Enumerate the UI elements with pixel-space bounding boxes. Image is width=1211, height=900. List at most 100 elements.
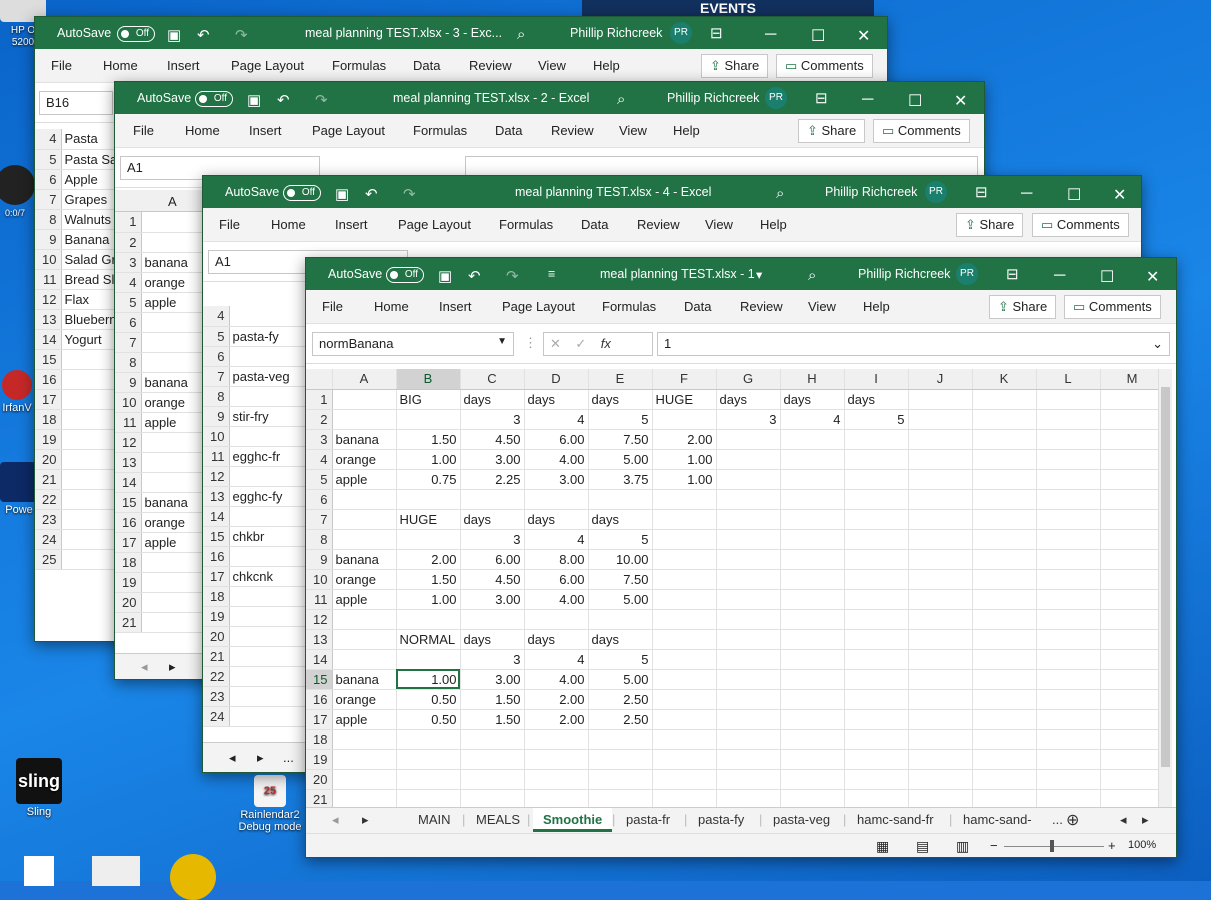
cell[interactable]	[844, 589, 909, 610]
cell[interactable]: 3.00	[460, 449, 525, 470]
row-header[interactable]: 7	[35, 189, 62, 210]
row-header[interactable]: 7	[115, 332, 142, 353]
column-header[interactable]: I	[844, 369, 909, 390]
maximize-icon[interactable]: ☐	[908, 91, 922, 111]
cell[interactable]	[972, 689, 1037, 710]
cell[interactable]: 1.00	[652, 449, 717, 470]
cell[interactable]: 1.00	[396, 589, 461, 610]
tab-review[interactable]: Review	[637, 217, 680, 232]
cell[interactable]	[908, 529, 973, 550]
cell[interactable]	[844, 629, 909, 650]
row-header[interactable]: 18	[115, 552, 142, 573]
cell[interactable]	[1036, 629, 1101, 650]
cell[interactable]: HUGE	[396, 509, 461, 530]
row-header[interactable]: 19	[115, 572, 142, 593]
next-sheet-icon[interactable]: ▸	[169, 659, 176, 675]
cell[interactable]	[141, 232, 206, 253]
cell[interactable]	[908, 709, 973, 730]
expand-formula-icon[interactable]: ⌄	[1152, 336, 1163, 352]
column-header[interactable]: B	[396, 369, 461, 390]
cell[interactable]	[332, 629, 397, 650]
zoom-slider-thumb[interactable]	[1050, 840, 1054, 852]
cell[interactable]	[1036, 609, 1101, 630]
cell[interactable]	[588, 489, 653, 510]
row-header[interactable]: 8	[203, 386, 230, 407]
cell[interactable]	[972, 709, 1037, 730]
row-header[interactable]: 22	[203, 666, 230, 687]
autosave-toggle[interactable]: Off	[117, 26, 155, 42]
cell[interactable]	[780, 549, 845, 570]
row-header[interactable]: 4	[35, 129, 62, 150]
tab-view[interactable]: View	[538, 58, 566, 73]
cell[interactable]	[972, 629, 1037, 650]
cell[interactable]: orange	[332, 689, 397, 710]
cell[interactable]: pasta-veg	[229, 366, 308, 387]
formula-input[interactable]: 1 ⌄	[657, 332, 1170, 356]
zoom-in-icon[interactable]: +	[1108, 838, 1116, 853]
tab-review[interactable]: Review	[740, 299, 783, 314]
cell[interactable]	[1100, 449, 1165, 470]
row-header[interactable]: 13	[203, 486, 230, 507]
formula-options-icon[interactable]: ⋮	[524, 335, 537, 351]
cell[interactable]: days	[780, 389, 845, 410]
cell[interactable]	[141, 452, 206, 473]
search-icon[interactable]: ⌕	[808, 267, 816, 284]
cell[interactable]	[908, 689, 973, 710]
cell[interactable]: 4	[524, 649, 589, 670]
row-header[interactable]: 13	[35, 309, 62, 330]
cell[interactable]	[972, 409, 1037, 430]
cell[interactable]	[716, 549, 781, 570]
cell[interactable]	[844, 469, 909, 490]
tab-page-layout[interactable]: Page Layout	[502, 299, 575, 314]
cell[interactable]: Bread Sl	[61, 269, 116, 290]
cell[interactable]	[844, 669, 909, 690]
share-button[interactable]: ⇪ Share	[989, 295, 1057, 319]
cell[interactable]	[460, 489, 525, 510]
rainlendar-icon[interactable]: 25 Rainlendar2 Debug mode	[230, 775, 310, 833]
tab-page-layout[interactable]: Page Layout	[398, 217, 471, 232]
cell[interactable]	[972, 449, 1037, 470]
cell[interactable]	[908, 569, 973, 590]
cell[interactable]	[1036, 589, 1101, 610]
row-header[interactable]: 12	[115, 432, 142, 453]
tab-help[interactable]: Help	[593, 58, 620, 73]
cell[interactable]	[396, 789, 461, 810]
cell[interactable]	[908, 629, 973, 650]
row-header[interactable]: 21	[306, 789, 333, 810]
cell[interactable]	[1100, 769, 1165, 790]
row-header[interactable]: 6	[306, 489, 333, 510]
row-header[interactable]: 2	[306, 409, 333, 430]
cell[interactable]	[1100, 649, 1165, 670]
cell[interactable]	[61, 389, 116, 410]
cell[interactable]: 3	[460, 649, 525, 670]
cell[interactable]: 7.50	[588, 569, 653, 590]
more-sheets[interactable]: ...	[283, 750, 294, 765]
namebox-dropdown-icon[interactable]: ▼	[497, 336, 507, 347]
cell[interactable]	[844, 709, 909, 730]
cell[interactable]	[1036, 489, 1101, 510]
cell[interactable]	[780, 789, 845, 810]
cell[interactable]	[908, 429, 973, 450]
worksheet-grid[interactable]: 4 5 pasta-fy 6 7 pasta-veg 8 9 stir-fry 10 11 egghc…	[203, 306, 308, 727]
cell[interactable]	[780, 729, 845, 750]
cell[interactable]: banana	[141, 252, 206, 273]
maximize-icon[interactable]: ☐	[1100, 267, 1114, 287]
cell[interactable]	[972, 569, 1037, 590]
row-header[interactable]: 11	[35, 269, 62, 290]
comments-button[interactable]: ▭ Comments	[1032, 213, 1129, 237]
cell[interactable]	[1100, 709, 1165, 730]
maximize-icon[interactable]: ☐	[811, 26, 825, 46]
share-button[interactable]: ⇪ Share	[956, 213, 1024, 237]
cell[interactable]	[652, 409, 717, 430]
cell[interactable]: 5.00	[588, 669, 653, 690]
column-header[interactable]: G	[716, 369, 781, 390]
row-header[interactable]: 21	[203, 646, 230, 667]
cell[interactable]	[908, 449, 973, 470]
cell[interactable]	[460, 609, 525, 630]
cell[interactable]: 5.00	[588, 589, 653, 610]
cell[interactable]	[972, 549, 1037, 570]
cell[interactable]	[780, 609, 845, 630]
cell[interactable]	[141, 612, 206, 633]
minimize-icon[interactable]: ─	[765, 26, 776, 44]
cell[interactable]	[61, 469, 116, 490]
